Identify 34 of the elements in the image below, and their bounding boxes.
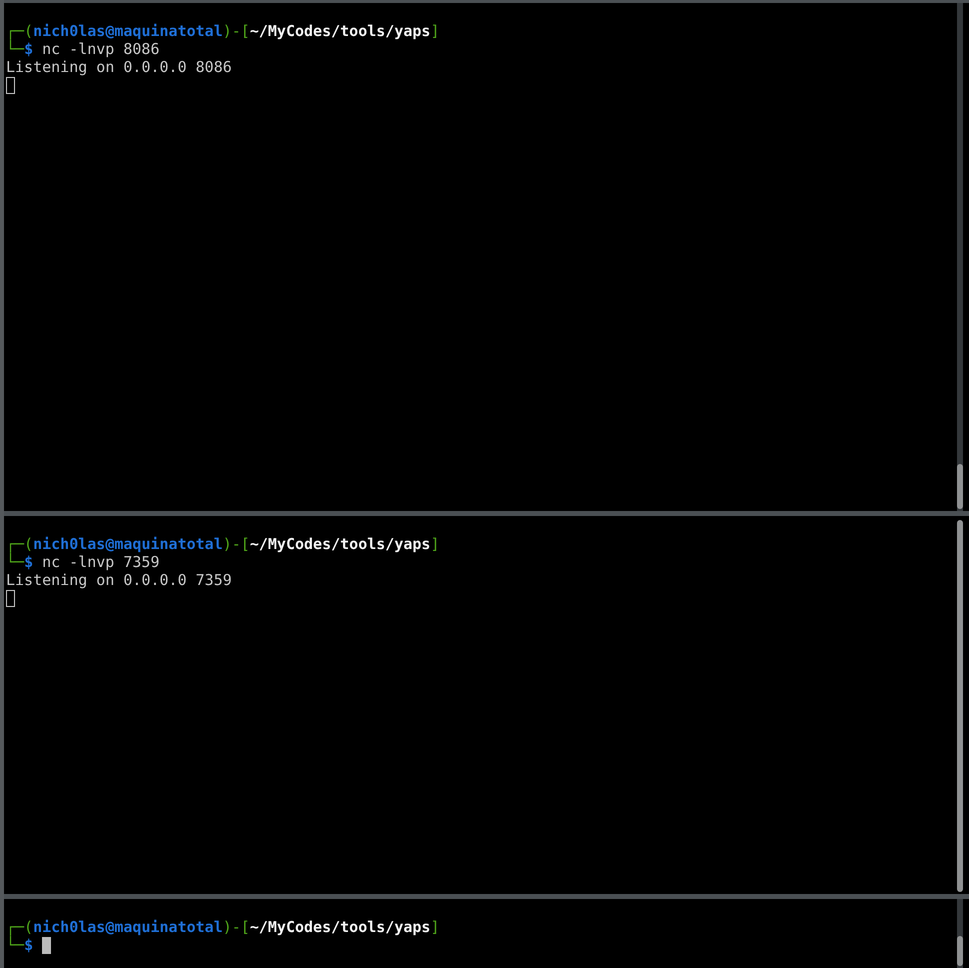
- prompt-symbol: $: [24, 40, 34, 58]
- prompt-user-host: nich0las@maquinatotal: [33, 918, 223, 936]
- prompt-bracket: ]: [430, 535, 440, 553]
- scrollbar-thumb[interactable]: [957, 520, 963, 892]
- prompt-path: ~/MyCodes/tools/yaps: [250, 22, 430, 40]
- terminal-pane[interactable]: ┌─(nich0las@maquinatotal)-[~/MyCodes/tools/yaps] └─$: [4, 899, 969, 968]
- output-text: Listening on 0.0.0.0 8086: [6, 58, 233, 76]
- prompt-path: ~/MyCodes/tools/yaps: [250, 535, 430, 553]
- prompt-corner: ┌─(: [6, 918, 34, 936]
- prompt-symbol: $: [24, 553, 34, 571]
- prompt-corner: ┌─(: [6, 22, 34, 40]
- terminal-pane[interactable]: ┌─(nich0las@maquinatotal)-[~/MyCodes/tools/yaps] └─$ nc -lnvp 7359 Listening on 0.0.0.0 7359: [4, 516, 969, 894]
- prompt-user-host: nich0las@maquinatotal: [33, 22, 223, 40]
- prompt-corner: └─: [6, 40, 24, 58]
- prompt-separator: )-[: [222, 22, 250, 40]
- command-text: nc -lnvp 7359: [42, 553, 160, 571]
- prompt-separator: )-[: [222, 535, 250, 553]
- prompt-bracket: ]: [430, 22, 440, 40]
- prompt-corner: └─: [6, 936, 24, 954]
- command-text: nc -lnvp 8086: [42, 40, 160, 58]
- prompt-corner: └─: [6, 553, 24, 571]
- output-text: Listening on 0.0.0.0 7359: [6, 571, 233, 589]
- scrollbar-thumb[interactable]: [957, 464, 963, 509]
- terminal-pane[interactable]: ┌─(nich0las@maquinatotal)-[~/MyCodes/tools/yaps] └─$ nc -lnvp 8086 Listening on 0.0.0.0 8086: [4, 3, 969, 511]
- prompt-user-host: nich0las@maquinatotal: [33, 535, 223, 553]
- text-cursor: [6, 76, 15, 94]
- prompt-separator: )-[: [222, 918, 250, 936]
- prompt-symbol: $: [24, 936, 34, 954]
- scrollbar-thumb[interactable]: [957, 936, 963, 966]
- prompt-path: ~/MyCodes/tools/yaps: [250, 918, 430, 936]
- prompt-corner: ┌─(: [6, 535, 34, 553]
- prompt-bracket: ]: [430, 918, 440, 936]
- text-cursor: [42, 936, 52, 954]
- text-cursor: [6, 590, 15, 606]
